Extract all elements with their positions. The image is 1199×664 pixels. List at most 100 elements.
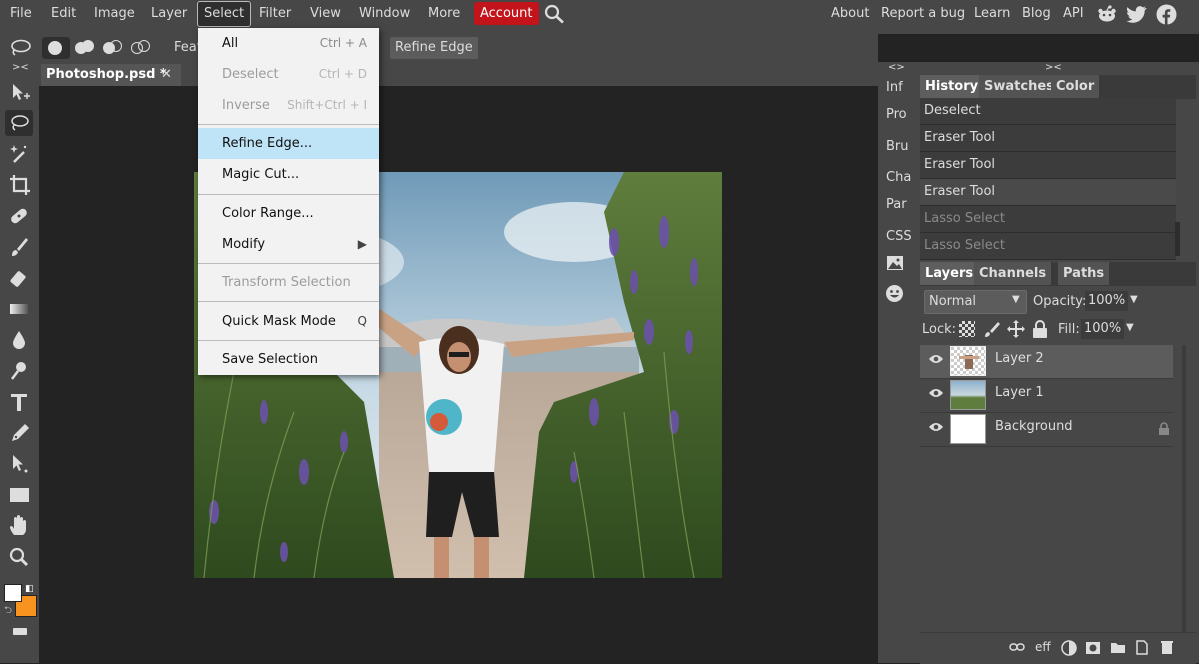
foreground-color-swatch[interactable] bbox=[4, 584, 22, 602]
tab-channels[interactable]: Channels bbox=[974, 262, 1052, 285]
reddit-icon[interactable] bbox=[1096, 5, 1118, 27]
selection-add-icon[interactable] bbox=[72, 37, 100, 59]
history-item[interactable]: Deselect bbox=[920, 98, 1176, 125]
close-tab-icon[interactable]: ✕ bbox=[161, 67, 172, 82]
tools-collapse-toggle[interactable]: >< bbox=[12, 62, 29, 73]
menu-item-select-all[interactable]: All Ctrl + A bbox=[198, 28, 379, 59]
twitter-icon[interactable] bbox=[1126, 5, 1148, 27]
swap-colors-icon[interactable]: ⮌ bbox=[4, 603, 12, 620]
brush-panel-button[interactable]: Bru bbox=[886, 139, 909, 154]
tab-layers[interactable]: Layers bbox=[920, 262, 979, 285]
selection-new-icon[interactable] bbox=[42, 37, 70, 59]
menu-edit[interactable]: Edit bbox=[45, 0, 82, 27]
menu-layer[interactable]: Layer bbox=[145, 0, 193, 27]
lock-paint-icon[interactable] bbox=[983, 320, 1001, 342]
gradient-icon[interactable] bbox=[5, 296, 33, 322]
lasso-tool-icon[interactable] bbox=[6, 37, 34, 59]
lock-transparency-icon[interactable] bbox=[959, 321, 975, 337]
lock-move-icon[interactable] bbox=[1006, 319, 1026, 343]
history-item[interactable]: Eraser Tool bbox=[920, 125, 1176, 152]
search-icon[interactable] bbox=[544, 4, 566, 28]
menu-view[interactable]: View bbox=[304, 0, 347, 27]
properties-panel-button[interactable]: Pro bbox=[886, 107, 907, 122]
refine-edge-button[interactable]: Refine Edge bbox=[390, 37, 478, 59]
magic-wand-icon[interactable] bbox=[5, 141, 33, 167]
fill-dropdown-icon[interactable]: ▼ bbox=[1126, 322, 1134, 333]
adjustment-layer-icon[interactable] bbox=[1061, 640, 1077, 660]
new-layer-icon[interactable] bbox=[1134, 639, 1150, 659]
tab-paths[interactable]: Paths bbox=[1058, 262, 1110, 285]
tab-color[interactable]: Color bbox=[1051, 75, 1100, 98]
quick-mask-icon[interactable] bbox=[13, 628, 27, 635]
healing-brush-icon[interactable] bbox=[5, 203, 33, 229]
menu-item-save-selection[interactable]: Save Selection bbox=[198, 344, 379, 375]
link-about[interactable]: About bbox=[825, 0, 875, 27]
document-tab[interactable]: Photoshop.psd * ✕ bbox=[41, 64, 181, 86]
menu-item-refine-edge[interactable]: Refine Edge... bbox=[198, 128, 379, 159]
text-tool-icon[interactable] bbox=[5, 389, 33, 415]
menu-filter[interactable]: Filter bbox=[253, 0, 297, 27]
history-scrollbar[interactable] bbox=[1175, 222, 1180, 256]
menu-item-modify[interactable]: Modify ▶ bbox=[198, 229, 379, 260]
selection-subtract-icon[interactable] bbox=[100, 37, 128, 59]
default-colors-icon[interactable]: ◧ bbox=[25, 584, 34, 594]
blend-mode-select[interactable]: Normal ▼ bbox=[924, 290, 1027, 314]
lasso-tool-icon[interactable] bbox=[5, 110, 33, 136]
brush-icon[interactable] bbox=[5, 234, 33, 260]
menu-file[interactable]: File bbox=[4, 0, 38, 27]
menu-more[interactable]: More bbox=[422, 0, 466, 27]
opacity-dropdown-icon[interactable]: ▼ bbox=[1130, 294, 1138, 305]
character-panel-button[interactable]: Cha bbox=[886, 170, 911, 185]
image-panel-icon[interactable] bbox=[886, 255, 904, 275]
layer-mask-icon[interactable] bbox=[1085, 641, 1101, 659]
tab-swatches[interactable]: Swatches bbox=[979, 75, 1059, 98]
facebook-icon[interactable] bbox=[1156, 4, 1177, 29]
rectangle-shape-icon[interactable] bbox=[5, 482, 33, 508]
dodge-icon[interactable] bbox=[5, 358, 33, 384]
paragraph-panel-button[interactable]: Par bbox=[886, 197, 907, 212]
pen-tool-icon[interactable] bbox=[5, 420, 33, 446]
mini-panel-toggle[interactable]: <> bbox=[888, 62, 905, 73]
menu-item-deselect[interactable]: Deselect Ctrl + D bbox=[198, 59, 379, 90]
menu-image[interactable]: Image bbox=[88, 0, 141, 27]
layer-effects-button[interactable]: eff bbox=[1035, 640, 1051, 654]
selection-intersect-icon[interactable] bbox=[128, 37, 156, 59]
account-button[interactable]: Account bbox=[474, 2, 539, 25]
link-learn[interactable]: Learn bbox=[968, 0, 1016, 27]
link-blog[interactable]: Blog bbox=[1016, 0, 1057, 27]
menu-select[interactable]: Select bbox=[197, 1, 252, 27]
right-panel-toggle[interactable]: >< bbox=[1045, 62, 1062, 73]
link-layers-icon[interactable] bbox=[1009, 641, 1025, 656]
path-select-icon[interactable] bbox=[5, 451, 33, 477]
crop-icon[interactable] bbox=[5, 172, 33, 198]
menu-item-transform-selection[interactable]: Transform Selection bbox=[198, 267, 379, 298]
menu-item-quick-mask[interactable]: Quick Mask Mode Q bbox=[198, 306, 379, 337]
lock-all-icon[interactable] bbox=[1031, 319, 1049, 343]
move-tool-icon[interactable] bbox=[5, 79, 33, 105]
hand-tool-icon[interactable] bbox=[5, 513, 33, 539]
layer-row[interactable]: Layer 2 bbox=[920, 345, 1173, 379]
history-item[interactable]: Lasso Select bbox=[920, 206, 1176, 233]
menu-item-inverse[interactable]: Inverse Shift+Ctrl + I bbox=[198, 90, 379, 121]
menu-window[interactable]: Window bbox=[353, 0, 416, 27]
tab-history[interactable]: History bbox=[920, 75, 984, 98]
layer-row[interactable]: Background bbox=[920, 413, 1173, 447]
visibility-eye-icon[interactable] bbox=[928, 387, 944, 403]
link-report-bug[interactable]: Report a bug bbox=[875, 0, 971, 27]
opacity-field[interactable]: 100% bbox=[1085, 291, 1128, 311]
visibility-eye-icon[interactable] bbox=[928, 421, 944, 437]
css-panel-button[interactable]: CSS bbox=[886, 229, 912, 244]
menu-item-color-range[interactable]: Color Range... bbox=[198, 198, 379, 229]
history-item[interactable]: Eraser Tool bbox=[920, 179, 1176, 206]
blur-drop-icon[interactable] bbox=[5, 327, 33, 353]
new-group-folder-icon[interactable] bbox=[1110, 640, 1126, 658]
visibility-eye-icon[interactable] bbox=[928, 353, 944, 369]
emoji-panel-icon[interactable] bbox=[885, 284, 904, 307]
zoom-tool-icon[interactable] bbox=[5, 544, 33, 570]
menu-item-magic-cut[interactable]: Magic Cut... bbox=[198, 159, 379, 190]
history-item[interactable]: Eraser Tool bbox=[920, 152, 1176, 179]
layers-scrollbar[interactable] bbox=[1182, 345, 1186, 645]
layer-row[interactable]: Layer 1 bbox=[920, 379, 1173, 413]
eraser-icon[interactable] bbox=[5, 265, 33, 291]
history-item[interactable]: Lasso Select bbox=[920, 233, 1176, 260]
